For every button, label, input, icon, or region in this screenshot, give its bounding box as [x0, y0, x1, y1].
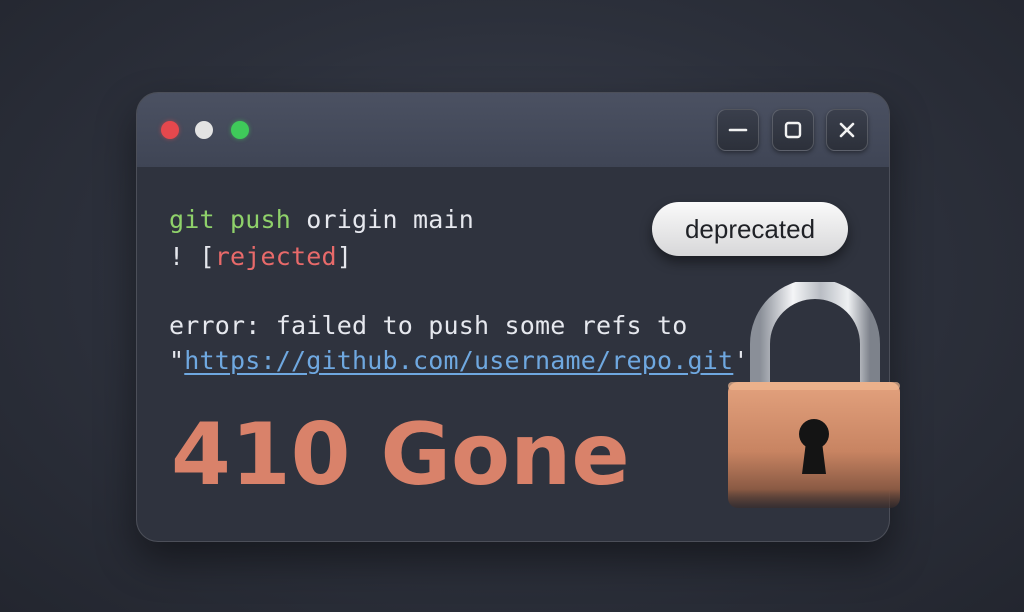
rejected-status: rejected — [214, 242, 337, 271]
close-button[interactable] — [826, 109, 868, 151]
deprecated-badge: deprecated — [652, 202, 848, 256]
rejected-line: ! [rejected] — [169, 242, 352, 271]
close-traffic-light[interactable] — [161, 121, 179, 139]
command-args: origin main — [291, 205, 475, 234]
minimize-button[interactable] — [717, 109, 759, 151]
rejected-prefix: ! [ — [169, 242, 215, 271]
git-command: git push — [169, 205, 292, 234]
minimize-icon — [728, 128, 748, 132]
minimize-traffic-light[interactable] — [195, 121, 213, 139]
maximize-button[interactable] — [772, 109, 814, 151]
status-code-heading: 410 Gone — [171, 405, 630, 505]
rejected-suffix: ] — [336, 242, 353, 271]
padlock-icon — [728, 282, 900, 508]
error-message: error: failed to push some refs to — [169, 311, 688, 340]
title-bar — [137, 93, 889, 167]
maximize-icon — [784, 121, 802, 139]
repo-url-link[interactable]: https://github.com/username/repo.git — [184, 346, 733, 375]
close-icon — [839, 122, 855, 138]
repo-url-line: "https://github.com/username/repo.git' — [169, 346, 749, 375]
command-line: git push origin main — [169, 205, 474, 234]
url-quote-open: " — [169, 346, 185, 375]
zoom-traffic-light[interactable] — [231, 121, 249, 139]
